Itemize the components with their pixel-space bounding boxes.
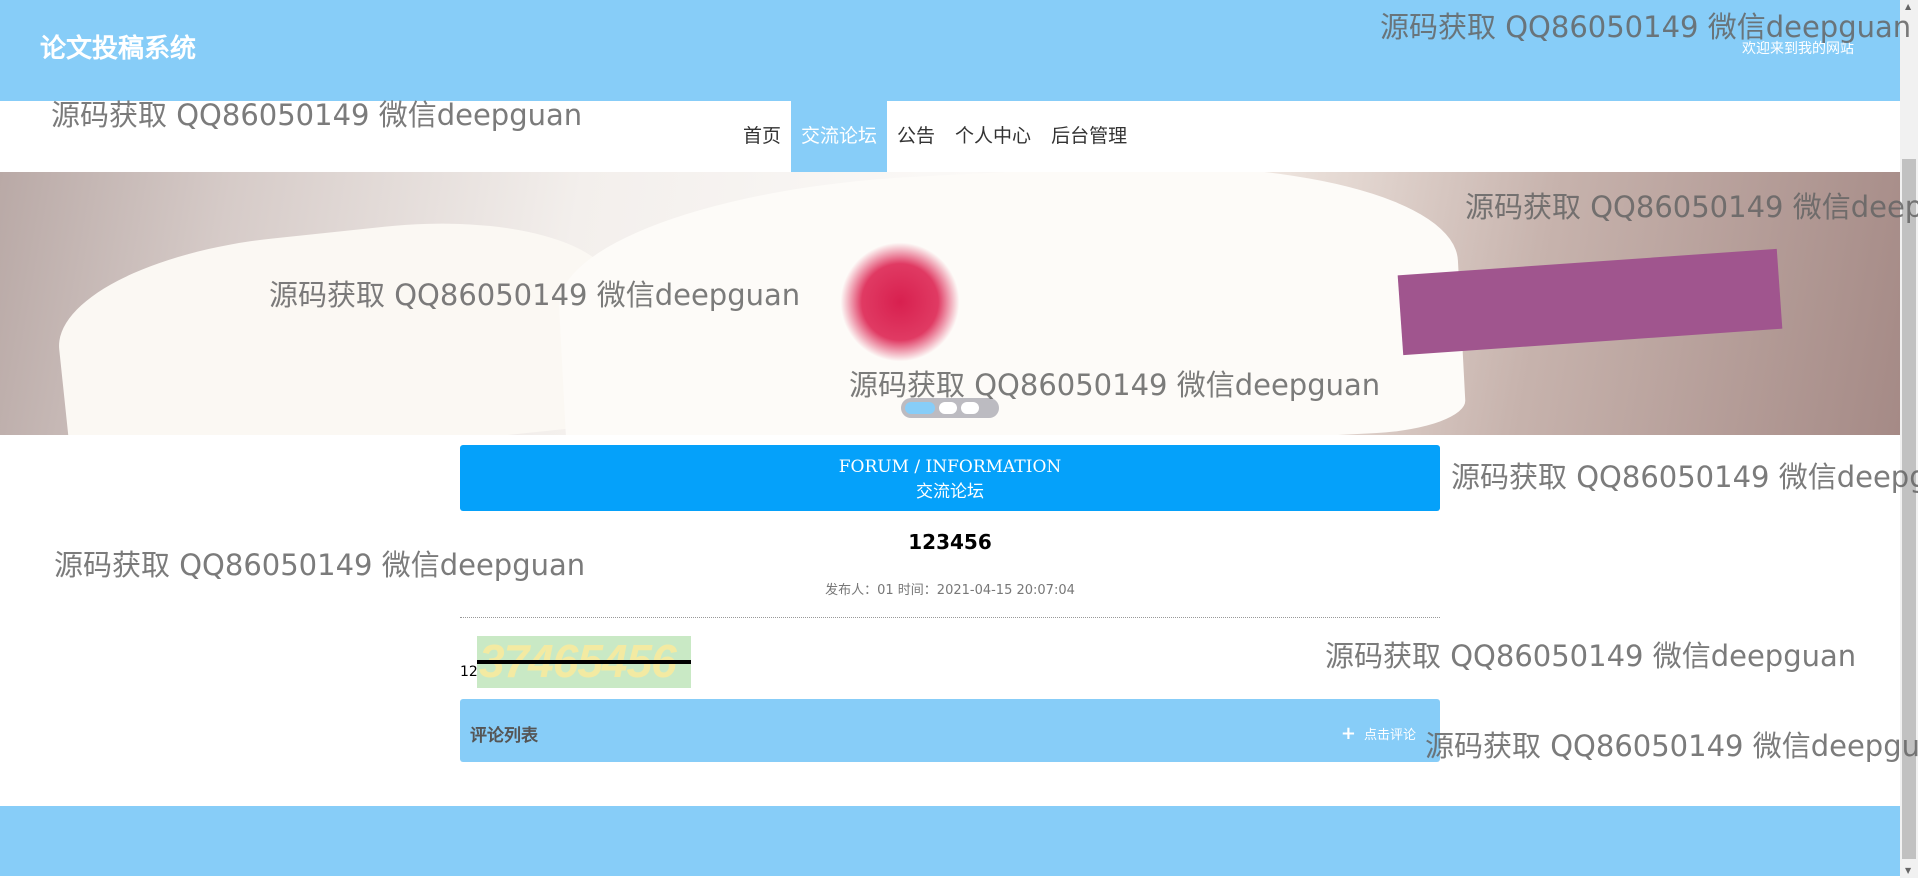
nav-bar: 首页 交流论坛 公告 个人中心 后台管理	[0, 101, 1900, 172]
post-title: 123456	[908, 530, 992, 554]
nav-item-admin[interactable]: 后台管理	[1041, 101, 1137, 172]
carousel-indicators	[901, 398, 999, 418]
captcha-strike-line	[477, 660, 691, 664]
header: 论文投稿系统 欢迎来到我的网站	[0, 0, 1900, 101]
forum-title-en: FORUM / INFORMATION	[838, 457, 1062, 477]
nav-item-notice[interactable]: 公告	[887, 101, 945, 172]
carousel-dot[interactable]	[905, 402, 935, 414]
scroll-down-icon[interactable]: ▼	[1905, 866, 1911, 875]
plus-icon: +	[1340, 723, 1356, 744]
forum-title-cn: 交流论坛	[916, 482, 984, 502]
watermark: 源码获取 QQ86050149 微信deepguan	[1451, 460, 1918, 494]
banner-carousel[interactable]	[0, 172, 1900, 435]
divider	[460, 617, 1440, 618]
scroll-up-icon[interactable]: ▲	[1905, 2, 1911, 11]
banner-book-image	[50, 203, 630, 435]
nav-item-forum[interactable]: 交流论坛	[791, 101, 888, 172]
banner-leaf-image	[840, 242, 960, 362]
footer	[0, 806, 1900, 876]
watermark: 源码获取 QQ86050149 微信deepguan	[1325, 639, 1857, 673]
post-meta: 发布人：01 时间：2021-04-15 20:07:04	[825, 583, 1075, 598]
carousel-dot[interactable]	[961, 402, 979, 414]
post-content-image: 37465456	[477, 636, 691, 688]
add-comment-button[interactable]: + 点击评论	[1341, 723, 1416, 744]
banner-book-image	[553, 172, 1467, 435]
post-content: 12	[460, 664, 478, 680]
nav-item-home[interactable]: 首页	[733, 101, 791, 172]
watermark: 源码获取 QQ86050149 微信deepguan	[1425, 729, 1918, 763]
add-comment-label: 点击评论	[1363, 728, 1416, 743]
scrollbar[interactable]: ▲ ▼	[1900, 0, 1918, 878]
comment-list-bar: 评论列表 + 点击评论	[460, 699, 1440, 762]
nav-item-personal-center[interactable]: 个人中心	[945, 101, 1041, 172]
forum-section-header: FORUM / INFORMATION 交流论坛	[460, 445, 1440, 511]
welcome-text: 欢迎来到我的网站	[1742, 41, 1854, 57]
comment-list-title: 评论列表	[470, 726, 538, 746]
scroll-thumb[interactable]	[1902, 159, 1916, 859]
site-title: 论文投稿系统	[40, 34, 197, 64]
carousel-dot[interactable]	[939, 402, 957, 414]
